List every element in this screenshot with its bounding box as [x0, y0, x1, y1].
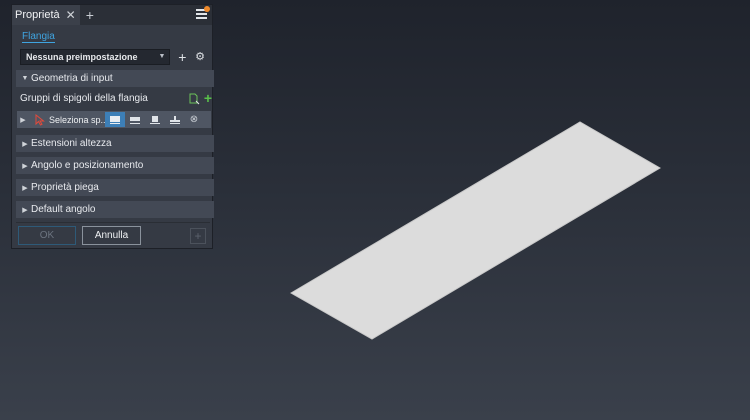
chevron-down-icon: ▼ [158, 53, 166, 60]
collapse-arrow-icon: ▼ [21, 75, 29, 82]
panel-tabbar: Proprietà ✕ + [12, 5, 212, 25]
section-bend-properties[interactable]: ▶ Proprietà piega [16, 179, 214, 196]
section-label: Estensioni altezza [31, 138, 112, 149]
section-angle-position[interactable]: ▶ Angolo e posizionamento [16, 157, 214, 174]
section-default-angle[interactable]: ▶ Default angolo [16, 201, 214, 218]
tab-label: Proprietà [15, 9, 60, 21]
sheet-metal-plate[interactable] [290, 121, 661, 340]
section-label: Geometria di input [31, 73, 113, 84]
edge-groups-row: Gruppi di spigoli della flangia + [20, 90, 212, 106]
apply-plus-button[interactable]: + [190, 228, 206, 244]
preset-row: Nessuna preimpostazione ▼ + ⚙ [20, 48, 208, 65]
clear-icon[interactable]: ⊗ [187, 114, 201, 125]
section-label: Default angolo [31, 204, 96, 215]
feature-name-link[interactable]: Flangia [22, 31, 55, 43]
section-height-extents[interactable]: ▶ Estensioni altezza [16, 135, 214, 152]
expand-arrow-icon: ▶ [22, 162, 28, 170]
expand-arrow-icon[interactable]: ▶ [17, 116, 29, 124]
ok-button[interactable]: OK [18, 226, 76, 245]
footer-divider [16, 222, 210, 223]
edge-groups-label: Gruppi di spigoli della flangia [20, 92, 148, 104]
close-icon[interactable]: ✕ [66, 8, 76, 22]
menu-icon[interactable] [196, 6, 210, 19]
properties-panel: Proprietà ✕ + Flangia Nessuna preimposta… [11, 4, 214, 249]
cancel-button[interactable]: Annulla [82, 226, 141, 245]
section-input-geometry[interactable]: ▼ Geometria di input [16, 70, 214, 87]
section-label: Angolo e posizionamento [31, 160, 144, 171]
notification-badge [204, 6, 210, 12]
section-label: Proprietà piega [31, 182, 99, 193]
preset-dropdown[interactable]: Nessuna preimpostazione ▼ [20, 48, 171, 65]
expand-arrow-icon: ▶ [22, 206, 28, 214]
flange-option-1-icon[interactable] [105, 112, 125, 127]
document-select-icon[interactable] [188, 93, 200, 105]
flange-option-3-icon[interactable] [145, 112, 165, 127]
expand-arrow-icon: ▶ [22, 140, 28, 148]
edge-selection-row: ▶ Seleziona sp... ⊗ [17, 111, 211, 128]
flange-option-2-icon[interactable] [125, 112, 145, 127]
cursor-pointer-icon [35, 113, 47, 126]
flange-option-4-icon[interactable] [165, 112, 185, 127]
add-preset-button[interactable]: + [174, 50, 190, 64]
select-edges-field[interactable]: Seleziona sp... [49, 115, 105, 125]
add-edge-group-button[interactable]: + [204, 91, 212, 105]
preset-value: Nessuna preimpostazione [26, 51, 138, 62]
add-tab-button[interactable]: + [86, 7, 94, 23]
gear-icon[interactable]: ⚙ [192, 50, 208, 63]
tab-properties[interactable]: Proprietà ✕ [12, 5, 80, 25]
expand-arrow-icon: ▶ [22, 184, 28, 192]
